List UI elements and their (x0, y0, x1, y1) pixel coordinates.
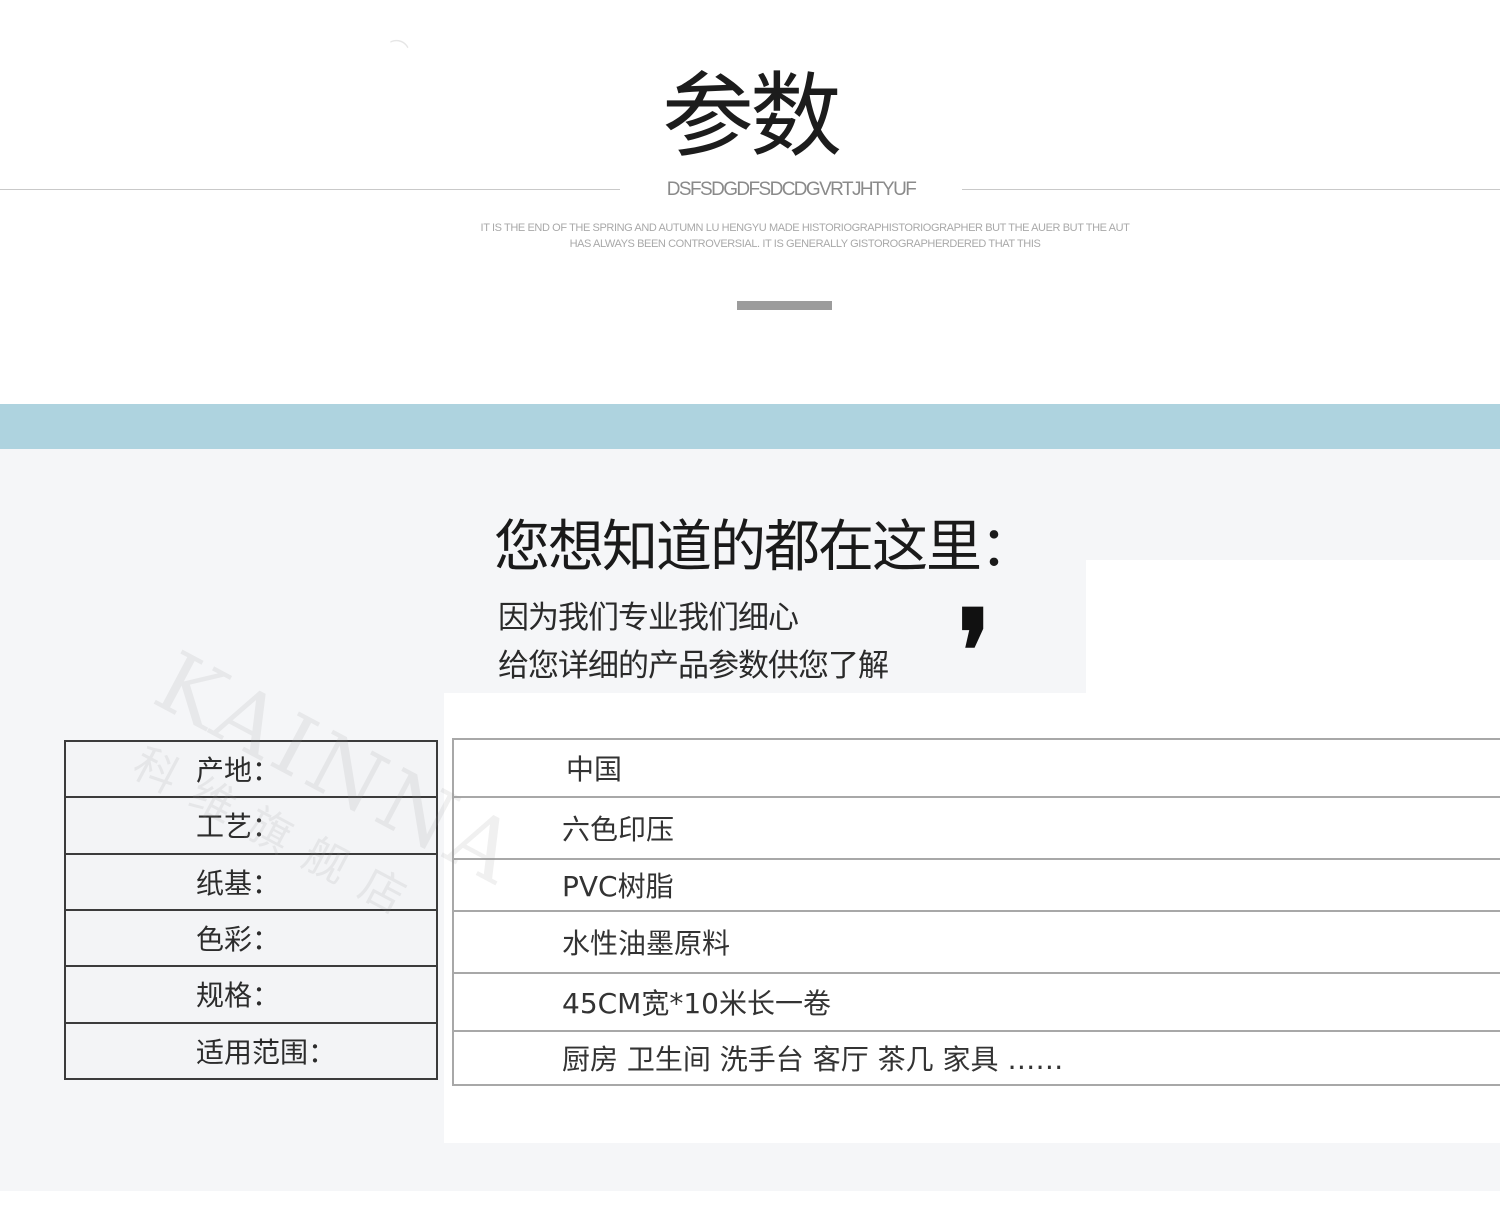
bottom-strip (0, 1191, 1500, 1231)
spec-label-usage: 适用范围： (196, 1035, 337, 1069)
spec-label-process: 工艺： (66, 798, 436, 855)
blurb-line-1: IT IS THE END OF THE SPRING AND AUTUMN L… (480, 222, 1130, 234)
spec-label-color: 色彩： (66, 911, 436, 968)
spec-value-table: 中国 六色印压 PVC树脂 水性油墨原料 45CM宽*10米长一卷 厨房 卫生间… (452, 738, 1500, 1086)
spec-value-origin: 中国 (454, 740, 1500, 798)
page-title: 参数 (661, 63, 842, 170)
intro-line-1: 因为我们专业我们细心 (498, 600, 799, 636)
divider-right (962, 189, 1500, 190)
blurb-line-2: HAS ALWAYS BEEN CONTROVERSIAL. IT IS GEN… (569, 238, 1041, 250)
spec-label-size: 规格： (66, 967, 436, 1024)
spec-value-process: 六色印压 (454, 798, 1500, 860)
background-patch (1086, 560, 1500, 696)
spec-label-base: 纸基： (66, 855, 436, 911)
spec-value-size: 45CM宽*10米长一卷 (454, 974, 1500, 1032)
spec-value-color: 水性油墨原料 (454, 912, 1500, 974)
title-underline-bar (737, 301, 832, 310)
faint-watermark-glyph: ⌒ (384, 35, 411, 65)
spec-value-base: PVC树脂 (454, 860, 1500, 912)
divider-left (0, 189, 620, 190)
accent-band (0, 404, 1500, 449)
header-blurb: IT IS THE END OF THE SPRING AND AUTUMN L… (360, 220, 1250, 252)
spec-label-table: 产地： 工艺： 纸基： 色彩： 规格： 适用范围： (64, 740, 438, 1080)
quote-mark-icon: ❜ (957, 586, 991, 717)
spec-value-usage: 厨房 卫生间 洗手台 客厅 茶几 家具 …… (562, 1043, 1064, 1076)
spec-label-origin: 产地： (66, 742, 436, 799)
page-subtitle: DSFSDGDFSDCDGVRTJHTYUF (666, 179, 917, 200)
intro-headline: 您想知道的都在这里： (494, 515, 1036, 580)
intro-line-2: 给您详细的产品参数供您了解 (498, 648, 889, 684)
header-section: ⌒ 参数 DSFSDGDFSDCDGVRTJHTYUF IT IS THE EN… (0, 0, 1500, 404)
